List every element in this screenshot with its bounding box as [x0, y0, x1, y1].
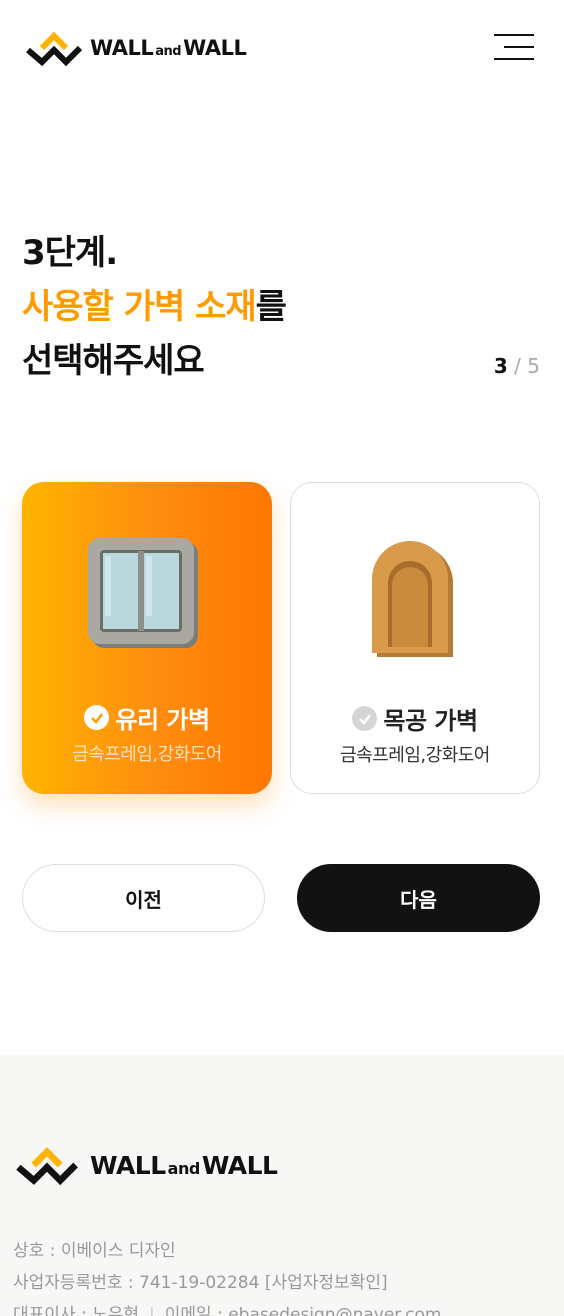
check-icon [84, 705, 110, 730]
logo-mark-icon [16, 1147, 78, 1186]
company-name: 상호 : 이베이스 디자인 [13, 1241, 176, 1261]
logo-mark-icon [26, 31, 83, 67]
header: WALL andWALL [0, 0, 564, 96]
hamburger-menu-icon[interactable] [492, 32, 534, 62]
option-title: 목공 가벽 [291, 701, 539, 736]
step-title: 3단계. 사용할 가벽 소재를 선택해주세요 [22, 226, 287, 388]
email-text: 이메일 : ebasedesign@naver.com [164, 1305, 442, 1316]
step-heading: 3단계. [22, 233, 118, 273]
option-title: 유리 가벽 [22, 700, 272, 735]
step-instruction: 선택해주세요 [22, 341, 205, 381]
company-info: 상호 : 이베이스 디자인 사업자등록번호 : 741-19-02284 [사업… [13, 1235, 441, 1316]
step-question: 사용할 가벽 소재를 [22, 287, 287, 327]
option-card-glass[interactable]: 유리 가벽 금속프레임,강화도어 [22, 482, 272, 794]
contact-line: 대표이사 : 노유현 | 이메일 : ebasedesign@naver.com [13, 1299, 441, 1316]
option-subtitle: 금속프레임,강화도어 [340, 745, 490, 766]
highlight-text: 사용할 가벽 소재 [22, 287, 257, 327]
site-logo[interactable]: WALL andWALL [24, 28, 247, 68]
footer: WALL andWALL 상호 : 이베이스 디자인 사업자등록번호 : 741-… [0, 1055, 564, 1316]
step-counter: 3 / 5 [493, 354, 540, 378]
logo-wordmark: WALL andWALL [90, 1150, 278, 1180]
business-number: 사업자등록번호 : 741-19-02284 [사업자정보확인] [13, 1273, 388, 1293]
ceo-name: 대표이사 : 노유현 [13, 1305, 140, 1316]
prev-button[interactable]: 이전 [22, 864, 265, 932]
wooden-arch-icon [372, 541, 453, 657]
option-card-wood[interactable]: 목공 가벽 금속프레임,강화도어 [290, 482, 540, 794]
next-button[interactable]: 다음 [297, 864, 540, 932]
option-subtitle: 금속프레임,강화도어 [72, 744, 222, 765]
check-icon [352, 706, 378, 731]
logo-wordmark: WALL andWALL [90, 36, 247, 60]
glass-window-icon [88, 538, 198, 648]
footer-logo[interactable]: WALL andWALL [12, 1143, 278, 1187]
